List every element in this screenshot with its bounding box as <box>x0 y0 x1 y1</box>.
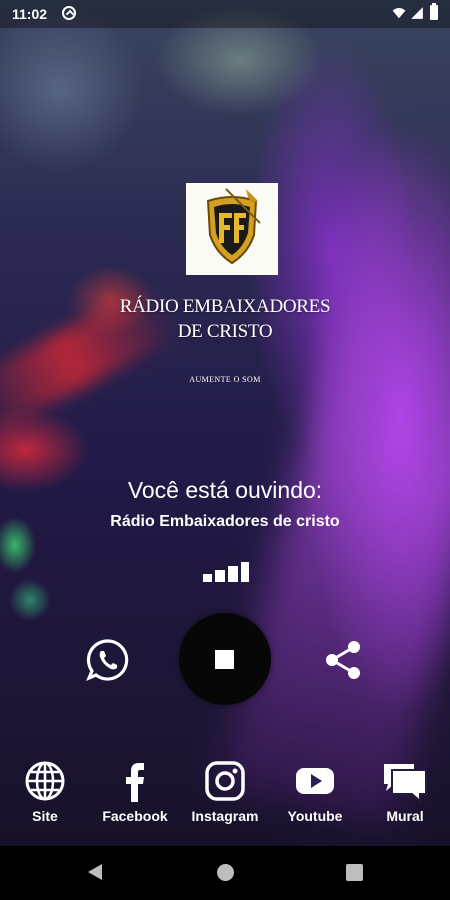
listening-label: Você está ouvindo: <box>127 477 323 503</box>
nav-instagram-label: Instagram <box>191 808 259 824</box>
stop-icon <box>215 650 234 669</box>
nav-mural-label: Mural <box>386 808 424 824</box>
instagram-icon <box>205 761 245 801</box>
globe-icon <box>25 761 65 801</box>
share-button[interactable] <box>323 639 365 681</box>
nav-facebook-label: Facebook <box>102 808 168 824</box>
status-time: 11:02 <box>12 6 48 22</box>
back-icon[interactable] <box>86 862 104 882</box>
nav-site-label: Site <box>32 808 58 824</box>
stop-button[interactable] <box>179 613 271 705</box>
whatsapp-button[interactable] <box>86 638 130 682</box>
facebook-icon <box>126 763 144 802</box>
home-icon[interactable] <box>217 864 234 881</box>
chat-icon <box>384 764 427 802</box>
shield-logo-icon <box>206 188 261 265</box>
logo-title-line2: DE CRISTO <box>177 321 273 342</box>
recents-icon[interactable] <box>346 864 363 881</box>
wifi-icon <box>392 8 406 19</box>
nav-youtube-label: Youtube <box>287 808 343 824</box>
youtube-icon <box>296 768 334 794</box>
station-logo-tagline: AUMENTE O SOM <box>189 375 261 384</box>
logo-title-line1: RÁDIO EMBAIXADORES <box>119 296 331 317</box>
station-name: Rádio Embaixadores de cristo <box>110 513 340 530</box>
station-logo <box>186 183 278 275</box>
nav-mural[interactable]: Mural <box>360 760 450 824</box>
app-notification-icon <box>62 6 76 20</box>
nav-instagram[interactable]: Instagram <box>180 760 270 824</box>
share-icon <box>326 641 360 679</box>
nav-site[interactable]: Site <box>0 760 90 824</box>
whatsapp-icon <box>86 639 129 682</box>
nav-facebook[interactable]: Facebook <box>90 760 180 824</box>
bottom-nav: Site Facebook Instagram Youtube Mural <box>0 760 450 840</box>
background-image <box>0 0 450 846</box>
battery-icon <box>430 3 438 20</box>
signal-icon <box>411 7 423 19</box>
audio-level-icon <box>203 562 249 582</box>
station-logo-title: RÁDIO EMBAIXADORES DE CRISTO <box>100 294 350 344</box>
nav-youtube[interactable]: Youtube <box>270 760 360 824</box>
status-bar: 11:02 <box>0 0 450 28</box>
